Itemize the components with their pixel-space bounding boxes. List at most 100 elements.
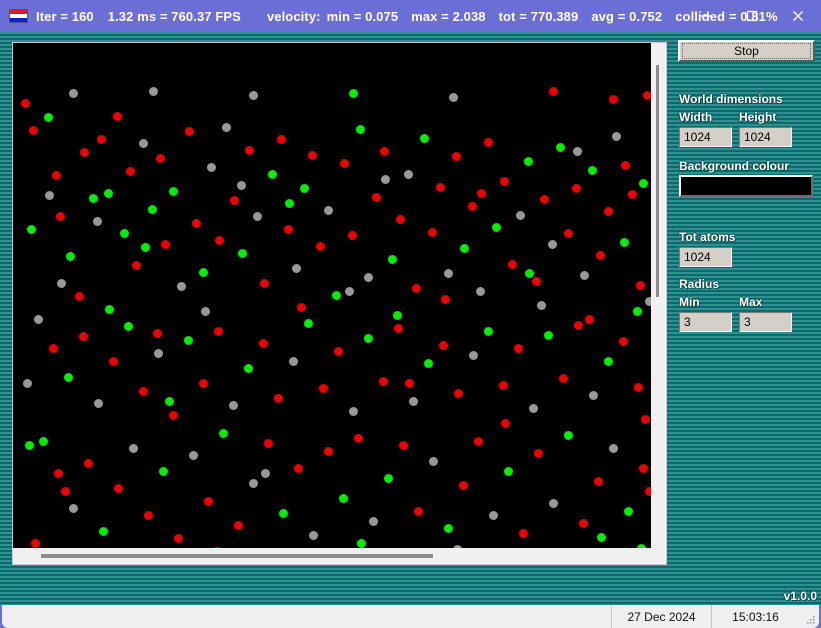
atom-particle	[572, 146, 582, 156]
atom-particle	[112, 111, 122, 121]
atom-particle	[291, 263, 301, 273]
atom-particle	[198, 267, 208, 277]
stop-button[interactable]: Stop	[678, 40, 815, 62]
resize-grip-icon[interactable]	[799, 605, 819, 628]
title-bar: Iter = 160 1.32 ms = 760.37 FPS velocity…	[0, 0, 821, 32]
atom-particle	[68, 503, 78, 513]
vertical-scrollbar[interactable]	[651, 43, 666, 548]
atom-particle	[408, 396, 418, 406]
atom-particle	[475, 286, 485, 296]
atom-particle	[459, 243, 469, 253]
atom-particle	[528, 403, 538, 413]
atom-particle	[404, 378, 414, 388]
vertical-scrollbar-thumb[interactable]	[656, 65, 659, 297]
atom-particle	[507, 259, 517, 269]
atom-particle	[623, 506, 633, 516]
control-panel: Stop World dimensions Width Height Backg…	[672, 32, 821, 605]
atom-particle	[363, 272, 373, 282]
atom-particle	[148, 86, 158, 96]
atom-particle	[92, 216, 102, 226]
atom-particle	[627, 189, 637, 199]
atom-particle	[383, 473, 393, 483]
atom-particle	[473, 436, 483, 446]
tot-atoms-input[interactable]	[679, 247, 732, 267]
atom-particle	[491, 222, 501, 232]
horizontal-scrollbar-thumb[interactable]	[41, 554, 433, 558]
canvas-pane	[12, 42, 667, 565]
atom-particle	[584, 314, 594, 324]
atom-particle	[323, 446, 333, 456]
atom-particle	[153, 348, 163, 358]
atom-particle	[448, 92, 458, 102]
height-label: Height	[739, 110, 777, 124]
radius-min-input[interactable]	[679, 312, 732, 332]
atom-particle	[348, 88, 358, 98]
atom-particle	[539, 194, 549, 204]
maximize-icon[interactable]	[729, 0, 775, 32]
atom-particle	[147, 204, 157, 214]
atom-particle	[103, 188, 113, 198]
close-icon[interactable]	[775, 0, 821, 32]
atom-particle	[206, 162, 216, 172]
atom-particle	[323, 205, 333, 215]
atom-particle	[198, 378, 208, 388]
height-input[interactable]	[739, 127, 792, 147]
atom-particle	[260, 468, 270, 478]
atom-particle	[333, 346, 343, 356]
atom-particle	[93, 398, 103, 408]
atom-particle	[435, 182, 445, 192]
atom-particle	[44, 190, 54, 200]
atom-particle	[380, 174, 390, 184]
atom-particle	[443, 523, 453, 533]
atom-particle	[288, 356, 298, 366]
minimize-icon[interactable]	[683, 0, 729, 32]
atom-particle	[555, 142, 565, 152]
radius-max-input[interactable]	[739, 312, 792, 332]
atom-particle	[339, 158, 349, 168]
stop-button-label: Stop	[682, 43, 811, 59]
atom-particle	[24, 440, 34, 450]
background-colour-swatch[interactable]	[679, 175, 813, 197]
atom-particle	[218, 428, 228, 438]
atom-particle	[284, 198, 294, 208]
atom-particle	[273, 393, 283, 403]
atom-particle	[593, 476, 603, 486]
atom-particle	[83, 458, 93, 468]
atom-particle	[244, 145, 254, 155]
atom-particle	[587, 165, 597, 175]
atom-particle	[500, 418, 510, 428]
status-time: 15:03:16	[711, 605, 799, 628]
atom-particle	[200, 306, 210, 316]
atom-particle	[303, 318, 313, 328]
atom-particle	[395, 214, 405, 224]
atom-particle	[228, 400, 238, 410]
atom-particle	[608, 443, 618, 453]
simulation-canvas[interactable]	[13, 43, 651, 548]
atom-particle	[278, 508, 288, 518]
horizontal-scrollbar[interactable]	[13, 548, 651, 564]
atom-particle	[293, 463, 303, 473]
atom-particle	[595, 250, 605, 260]
atom-particle	[140, 242, 150, 252]
width-input[interactable]	[679, 127, 732, 147]
atom-particle	[619, 237, 629, 247]
atom-particle	[398, 440, 408, 450]
world-dimensions-label: World dimensions	[679, 92, 783, 106]
atom-particle	[229, 195, 239, 205]
atom-particle	[296, 302, 306, 312]
atom-particle	[524, 268, 534, 278]
title-stats: Iter = 160 1.32 ms = 760.37 FPS velocity…	[36, 9, 778, 24]
atom-particle	[258, 338, 268, 348]
atom-particle	[236, 180, 246, 190]
atom-particle	[563, 228, 573, 238]
atom-particle	[51, 170, 61, 180]
velocity-min-text: min = 0.075	[326, 8, 399, 24]
atom-particle	[476, 188, 486, 198]
atom-particle	[138, 386, 148, 396]
atom-particle	[355, 124, 365, 134]
velocity-avg-text: avg = 0.752	[591, 8, 663, 24]
atom-particle	[338, 493, 348, 503]
atom-particle	[573, 320, 583, 330]
atom-particle	[318, 383, 328, 393]
atom-particle	[533, 448, 543, 458]
